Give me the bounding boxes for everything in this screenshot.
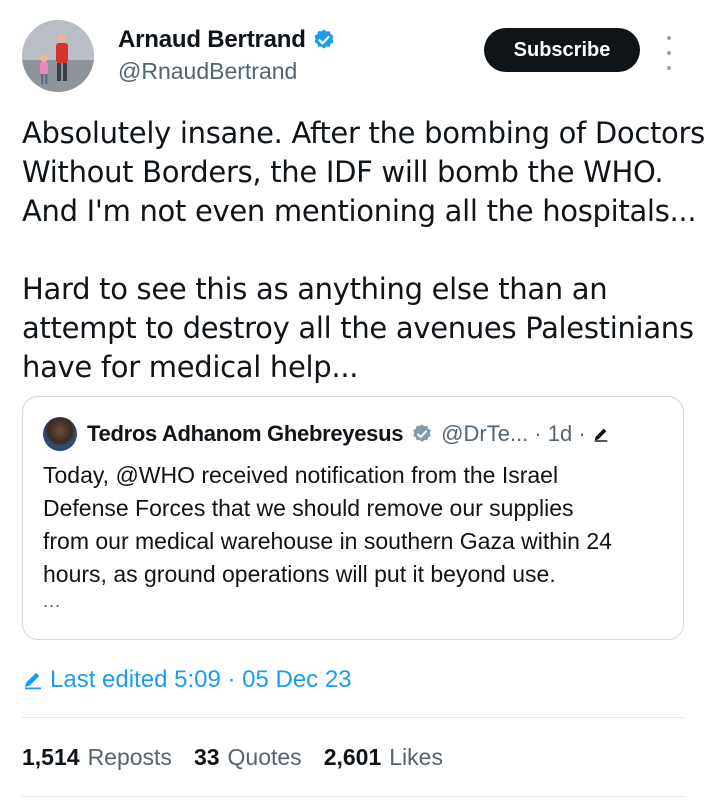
- verified-badge-icon: [314, 29, 334, 49]
- more-dot: [667, 51, 671, 55]
- reposts-label: Reposts: [87, 744, 172, 770]
- author-name[interactable]: Arnaud Bertrand: [118, 26, 336, 54]
- likes-label: Likes: [389, 744, 443, 770]
- quoted-tweet-header: Tedros Adhanom Ghebreyesus @DrTe... · 1d…: [43, 417, 610, 451]
- divider: [22, 717, 684, 718]
- edit-pencil-icon: [594, 428, 607, 442]
- tweet-line: Without Borders, the IDF will bomb the W…: [22, 155, 664, 189]
- tweet-line: And I'm not even mentioning all the hosp…: [22, 194, 697, 228]
- tweet-line: Absolutely insane. After the bombing of …: [22, 116, 705, 150]
- more-dot: [667, 66, 671, 70]
- subscribe-button[interactable]: Subscribe: [484, 28, 640, 72]
- quoted-line: Today, @WHO received notification from t…: [43, 462, 559, 488]
- tweet-line: have for medical help...: [22, 350, 359, 384]
- tweet-line: Hard to see this as anything else than a…: [22, 272, 608, 306]
- quoted-line: hours, as ground operations will put it …: [43, 561, 556, 587]
- quotes-label: Quotes: [227, 744, 302, 770]
- quoted-tweet[interactable]: Tedros Adhanom Ghebreyesus @DrTe... · 1d…: [22, 396, 684, 640]
- reposts-count: 1,514: [22, 744, 80, 770]
- reposts-stat[interactable]: 1,514 Reposts: [22, 744, 172, 771]
- quotes-count: 33: [193, 744, 220, 770]
- author-name-text[interactable]: Arnaud Bertrand: [118, 26, 306, 54]
- likes-stat[interactable]: 2,601 Likes: [324, 744, 443, 771]
- more-dot: [667, 36, 671, 40]
- last-edited-link[interactable]: Last edited 5:09 · 05 Dec 23: [22, 666, 352, 694]
- gray-verified-badge-icon: [413, 424, 431, 442]
- quoted-ellipsis: ...: [43, 591, 62, 611]
- quoted-author-avatar[interactable]: [43, 417, 77, 451]
- quoted-author-name[interactable]: Tedros Adhanom Ghebreyesus: [87, 421, 403, 447]
- quoted-author-handle[interactable]: @DrTe...: [441, 421, 528, 447]
- more-options-icon[interactable]: [662, 36, 676, 70]
- edit-pencil-icon: [25, 672, 41, 690]
- likes-count: 2,601: [323, 744, 382, 770]
- quoted-timestamp[interactable]: · 1d ·: [534, 421, 585, 447]
- quoted-line: Defense Forces that we should remove our…: [43, 495, 574, 521]
- author-handle[interactable]: @RnaudBertrand: [118, 58, 297, 85]
- last-edited-text[interactable]: Last edited 5:09 · 05 Dec 23: [50, 666, 352, 694]
- tweet-header: Arnaud Bertrand @RnaudBertrand Subscribe: [22, 20, 682, 96]
- divider: [22, 796, 684, 797]
- tweet-line: attempt to destroy all the avenues Pales…: [22, 311, 694, 345]
- tweet-text: Absolutely insane. After the bombing of …: [22, 114, 705, 387]
- quoted-line: from our medical warehouse in southern G…: [43, 528, 612, 554]
- engagement-stats: 1,514 Reposts 33 Quotes 2,601 Likes: [22, 744, 465, 771]
- author-avatar[interactable]: [22, 20, 94, 92]
- quoted-tweet-text: Today, @WHO received notification from t…: [43, 459, 673, 591]
- quotes-stat[interactable]: 33 Quotes: [194, 744, 302, 771]
